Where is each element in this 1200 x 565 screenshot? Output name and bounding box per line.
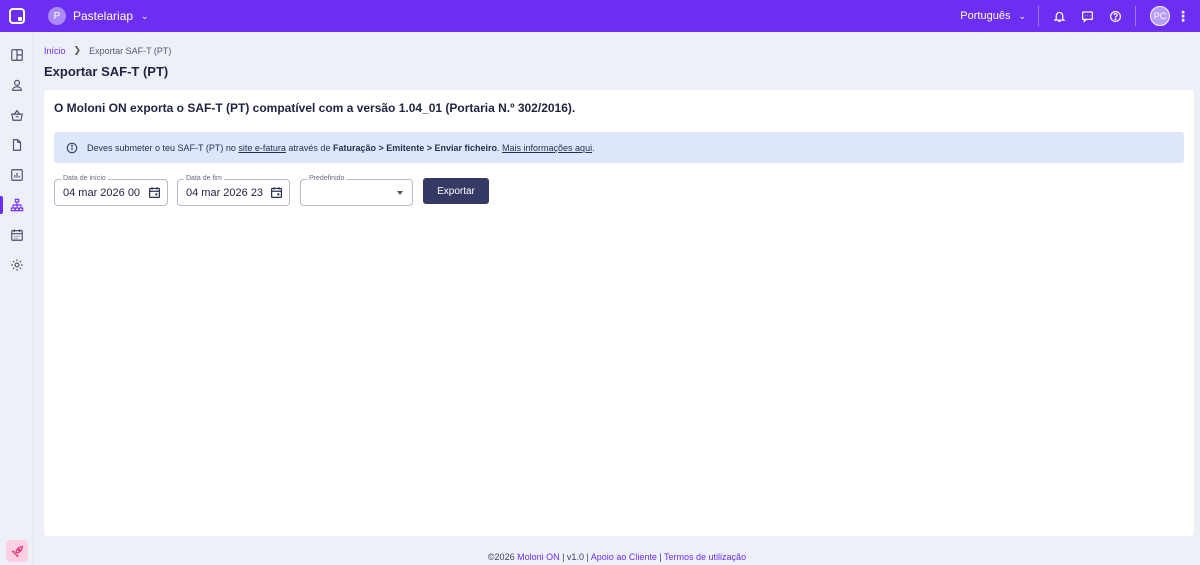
info-text-part: . bbox=[592, 142, 595, 153]
hierarchy-icon bbox=[10, 198, 24, 212]
calendar-icon bbox=[11, 229, 23, 241]
more-info-link[interactable]: Mais informações aqui bbox=[502, 143, 592, 153]
breadcrumb-current: Exportar SAF-T (PT) bbox=[89, 45, 172, 56]
end-date-input[interactable]: 04 mar 2026 23:59 bbox=[186, 187, 264, 199]
footer-separator: | bbox=[656, 552, 665, 562]
sidebar-item-calendar[interactable] bbox=[0, 220, 34, 250]
footer-version: | v1.0 | bbox=[559, 552, 591, 562]
more-options-icon[interactable]: ⋮ bbox=[1176, 8, 1190, 25]
start-date-input[interactable]: 04 mar 2026 00:00 bbox=[63, 187, 141, 199]
info-banner: Deves submeter o teu SAF-T (PT) no site … bbox=[54, 132, 1184, 163]
calendar-icon[interactable] bbox=[148, 186, 161, 199]
info-text: Deves submeter o teu SAF-T (PT) no site … bbox=[87, 143, 595, 153]
export-card: O Moloni ON exporta o SAF-T (PT) compatí… bbox=[44, 90, 1194, 536]
start-date-label: Data de início bbox=[61, 174, 108, 184]
sidebar-item-settings[interactable] bbox=[0, 250, 34, 280]
sidebar-item-saft[interactable] bbox=[0, 190, 34, 220]
end-date-field[interactable]: Data de fim 04 mar 2026 23:59 bbox=[177, 174, 290, 206]
info-text-part: através de bbox=[285, 142, 333, 153]
dropdown-arrow-icon bbox=[397, 191, 403, 195]
sidebar-item-reports[interactable] bbox=[0, 160, 34, 190]
page-title: Exportar SAF-T (PT) bbox=[44, 64, 169, 79]
footer: ©2026 Moloni ON | v1.0 | Apoio ao Client… bbox=[34, 552, 1200, 562]
efatura-link[interactable]: site e-fatura bbox=[238, 143, 286, 153]
basket-icon bbox=[11, 109, 23, 121]
user-icon bbox=[12, 79, 22, 91]
divider bbox=[1135, 6, 1136, 26]
info-path: Faturação > Emitente > Enviar ficheiro bbox=[332, 142, 498, 153]
end-date-label: Data de fim bbox=[184, 174, 224, 184]
company-avatar: P bbox=[48, 7, 66, 25]
bell-icon[interactable] bbox=[1045, 0, 1073, 32]
info-icon bbox=[66, 142, 78, 154]
divider bbox=[1038, 6, 1039, 26]
help-icon[interactable] bbox=[1101, 0, 1129, 32]
chart-icon bbox=[11, 169, 23, 181]
moloni-logo[interactable] bbox=[0, 0, 34, 32]
footer-support-link[interactable]: Apoio ao Cliente bbox=[591, 552, 657, 562]
preset-label: Predefinido bbox=[307, 174, 347, 184]
sidebar-item-documents[interactable] bbox=[0, 130, 34, 160]
main-content: Início ❯ Exportar SAF-T (PT) Exportar SA… bbox=[34, 32, 1200, 565]
rocket-icon[interactable] bbox=[6, 540, 28, 562]
calendar-icon[interactable] bbox=[270, 186, 283, 199]
user-avatar[interactable]: PC bbox=[1150, 6, 1170, 26]
gear-icon bbox=[11, 259, 23, 271]
preset-select[interactable]: Predefinido bbox=[300, 174, 413, 206]
start-date-field[interactable]: Data de início 04 mar 2026 00:00 bbox=[54, 174, 168, 206]
footer-copyright: ©2026 bbox=[487, 552, 518, 562]
sidebar-item-customers[interactable] bbox=[0, 70, 34, 100]
breadcrumb-home-link[interactable]: Início bbox=[44, 46, 66, 56]
company-selector[interactable]: P Pastelariap ⌄ bbox=[48, 7, 149, 25]
export-button[interactable]: Exportar bbox=[423, 178, 489, 204]
company-name: Pastelariap bbox=[73, 9, 134, 23]
chevron-down-icon: ⌄ bbox=[1018, 10, 1026, 21]
top-bar: P Pastelariap ⌄ Português ⌄ PC ⋮ bbox=[0, 0, 1200, 32]
chevron-down-icon: ⌄ bbox=[141, 10, 149, 21]
card-title: O Moloni ON exporta o SAF-T (PT) compatí… bbox=[54, 101, 576, 115]
info-text-part: Deves submeter o teu SAF-T (PT) no bbox=[87, 142, 239, 153]
chevron-right-icon: ❯ bbox=[73, 45, 82, 55]
sidebar-item-products[interactable] bbox=[0, 100, 34, 130]
language-label: Português bbox=[960, 10, 1011, 22]
footer-brand-link[interactable]: Moloni ON bbox=[517, 552, 560, 562]
sidebar-item-dashboard[interactable] bbox=[0, 40, 34, 70]
breadcrumb: Início ❯ Exportar SAF-T (PT) bbox=[44, 45, 171, 56]
language-selector[interactable]: Português ⌄ bbox=[960, 10, 1038, 22]
footer-terms-link[interactable]: Termos de utilização bbox=[664, 552, 746, 562]
dashboard-icon bbox=[11, 49, 23, 61]
document-icon bbox=[12, 139, 22, 151]
sidebar bbox=[0, 32, 34, 565]
messages-icon[interactable] bbox=[1073, 0, 1101, 32]
